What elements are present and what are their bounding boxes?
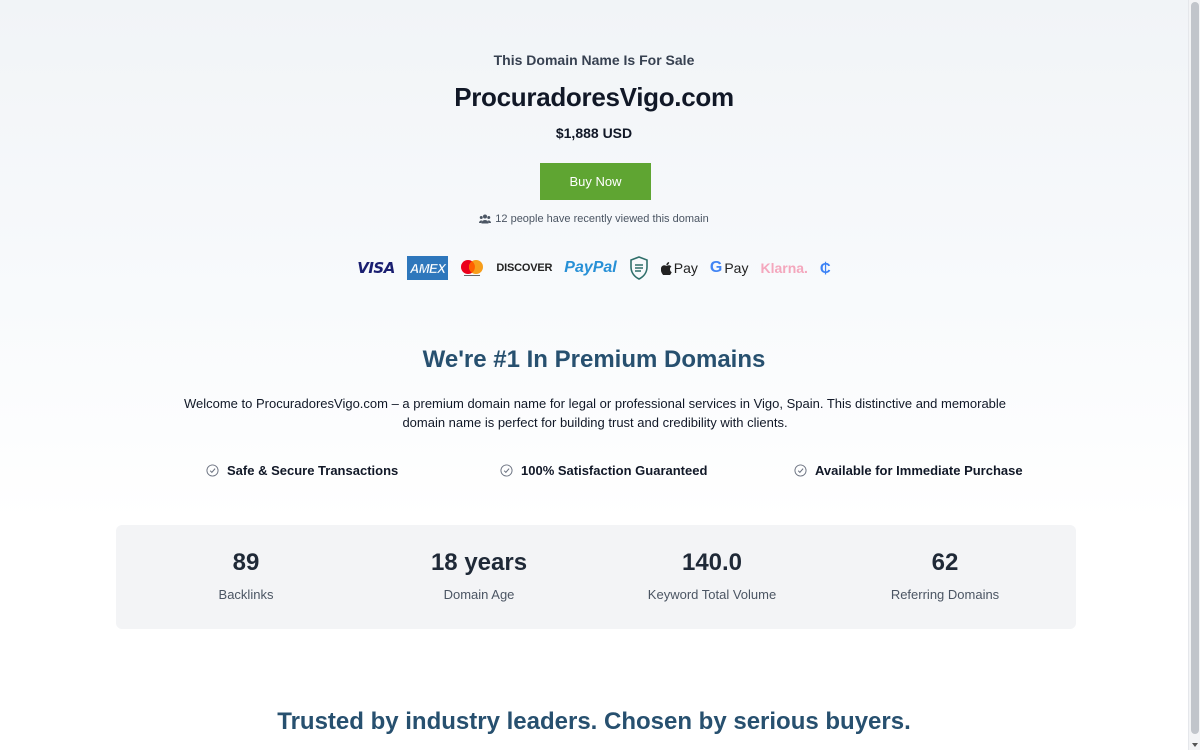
stat-backlinks: 89 Backlinks xyxy=(126,525,366,629)
check-circle-icon xyxy=(794,464,807,477)
google-pay-text: Pay xyxy=(724,260,749,276)
stat-referring-domains: 62 Referring Domains xyxy=(825,525,1065,629)
domain-stats: 89 Backlinks 18 years Domain Age 140.0 K… xyxy=(116,525,1076,629)
paypal-text-b: Pal xyxy=(592,259,617,276)
stat-keyword-volume: 140.0 Keyword Total Volume xyxy=(592,525,832,629)
feature-safe: Safe & Secure Transactions xyxy=(206,463,398,478)
feature-available: Available for Immediate Purchase xyxy=(794,463,1023,478)
feature-satisfaction: 100% Satisfaction Guaranteed xyxy=(500,463,707,478)
payment-methods: VISA AMEX DISCOVER Pay Pal Pay G Pay Kla… xyxy=(0,255,1188,281)
stat-label: Backlinks xyxy=(218,587,274,602)
google-g-letter: G xyxy=(709,259,723,276)
stat-value: 140.0 xyxy=(681,549,743,576)
domain-name: ProcuradoresVigo.com xyxy=(454,82,734,112)
scroll-down-arrow-icon[interactable] xyxy=(1192,743,1198,747)
klarna-logo: Klarna. xyxy=(760,260,808,276)
viewers-notice: 12 people have recently viewed this doma… xyxy=(0,213,1188,225)
features-row: Safe & Secure Transactions 100% Satisfac… xyxy=(0,463,1188,483)
scrollbar-thumb[interactable] xyxy=(1191,2,1199,734)
stat-label: Keyword Total Volume xyxy=(647,587,777,602)
coin-icon: ₵ xyxy=(819,259,831,277)
apple-pay-text: Pay xyxy=(673,260,698,276)
users-icon xyxy=(479,214,492,224)
price: $1,888 USD xyxy=(555,125,633,141)
paypal-logo: Pay Pal xyxy=(564,256,616,280)
feature-label: 100% Satisfaction Guaranteed xyxy=(521,463,708,478)
vertical-scrollbar[interactable] xyxy=(1188,0,1200,750)
google-pay-logo: G Pay xyxy=(710,256,749,280)
stat-value: 89 xyxy=(232,549,260,576)
mastercard-logo xyxy=(460,256,484,280)
stat-label: Referring Domains xyxy=(890,587,1000,602)
page: This Domain Name Is For Sale Procuradore… xyxy=(0,0,1188,750)
domain-description: Welcome to ProcuradoresVigo.com – a prem… xyxy=(183,396,1007,430)
sale-label: This Domain Name Is For Sale xyxy=(493,52,695,68)
check-circle-icon xyxy=(500,464,513,477)
amex-logo: AMEX xyxy=(406,256,449,280)
premium-title: We're #1 In Premium Domains xyxy=(422,346,766,373)
check-circle-icon xyxy=(206,464,219,477)
stat-domain-age: 18 years Domain Age xyxy=(359,525,599,629)
buy-now-button[interactable]: Buy Now xyxy=(540,163,651,200)
feature-label: Available for Immediate Purchase xyxy=(815,463,1023,478)
discover-logo: DISCOVER xyxy=(496,256,552,280)
visa-logo: VISA xyxy=(357,259,395,277)
stat-label: Domain Age xyxy=(443,587,515,602)
trusted-title: Trusted by industry leaders. Chosen by s… xyxy=(277,708,911,735)
viewers-text: 12 people have recently viewed this doma… xyxy=(495,213,709,225)
paypal-text-a: Pay xyxy=(564,259,593,276)
apple-pay-logo: Pay xyxy=(660,256,698,280)
shield-icon xyxy=(629,256,649,280)
stat-value: 18 years xyxy=(430,549,528,576)
discover-text: DISCOVER xyxy=(496,262,553,274)
feature-label: Safe & Secure Transactions xyxy=(227,463,399,478)
stat-value: 62 xyxy=(931,549,959,576)
